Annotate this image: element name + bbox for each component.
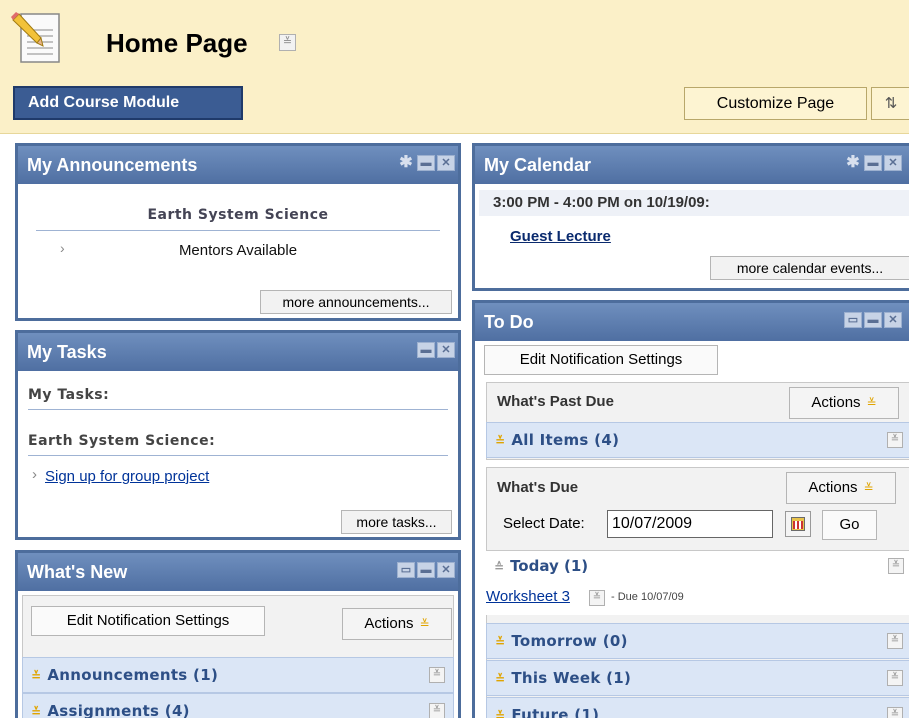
all-items-row[interactable]: ≚ All Items (4) ≚ <box>486 422 909 458</box>
chevron-down-icon: ≚ <box>31 705 42 718</box>
past-due-heading: What's Past Due <box>497 393 614 410</box>
close-icon[interactable]: ✕ <box>437 342 455 358</box>
select-date-label: Select Date: <box>503 515 585 532</box>
whats-new-module: What's New ▭ ▬ ✕ Edit Notification Setti… <box>15 550 461 718</box>
row-label: Tomorrow (0) <box>511 632 628 650</box>
whats-new-header[interactable]: What's New ▭ ▬ ✕ <box>18 553 458 591</box>
tomorrow-row[interactable]: ≚ Tomorrow (0) ≚ <box>486 623 909 659</box>
row-label: Today (1) <box>510 557 589 575</box>
edit-notification-settings-button[interactable]: Edit Notification Settings <box>31 606 265 636</box>
customize-page-button[interactable]: Customize Page <box>684 87 867 120</box>
assignments-row[interactable]: ≚ Assignments (4) ≚ <box>22 693 454 718</box>
announcements-module: My Announcements ✱ ▬ ✕ Earth System Scie… <box>15 143 461 321</box>
announcement-item[interactable]: Mentors Available <box>18 242 458 259</box>
minimize-icon[interactable]: ▬ <box>864 155 882 171</box>
actions-menu-button[interactable]: Actions ≚ <box>342 608 452 640</box>
announcements-course: Earth System Science <box>147 207 329 223</box>
announcements-header[interactable]: My Announcements ✱ ▬ ✕ <box>18 146 458 184</box>
reorder-icon[interactable]: ⇅ <box>871 87 909 120</box>
today-row[interactable]: ≙ Today (1) ≚ <box>486 550 909 582</box>
minimize-icon[interactable]: ▬ <box>417 155 435 171</box>
go-button[interactable]: Go <box>822 510 877 540</box>
todo-title: To Do <box>484 312 534 332</box>
calendar-picker-icon[interactable] <box>785 511 811 537</box>
chevron-down-icon: ≚ <box>495 434 506 448</box>
task-item-link[interactable]: Sign up for group project <box>45 468 209 485</box>
tasks-course-label: Earth System Science: <box>28 433 216 449</box>
popout-icon[interactable]: ▭ <box>844 312 862 328</box>
calendar-event-link[interactable]: Guest Lecture <box>510 228 611 245</box>
more-tasks-button[interactable]: more tasks... <box>341 510 452 534</box>
actions-label: Actions <box>811 394 861 411</box>
edit-page-icon <box>11 12 60 63</box>
page-header: Home Page ≚ Add Course Module Customize … <box>0 0 909 134</box>
future-row[interactable]: ≚ Future (1) ≚ <box>486 697 909 718</box>
divider <box>28 455 448 456</box>
announcements-row[interactable]: ≚ Announcements (1) ≚ <box>22 657 454 693</box>
chevron-right-icon: › <box>32 466 37 483</box>
item-menu-chevron-icon[interactable]: ≚ <box>589 590 605 606</box>
more-calendar-events-button[interactable]: more calendar events... <box>710 256 909 280</box>
todo-header[interactable]: To Do ▭ ▬ ✕ <box>475 303 909 341</box>
expand-icon[interactable]: ≚ <box>429 703 445 718</box>
popout-icon[interactable]: ▭ <box>397 562 415 578</box>
expand-icon[interactable]: ≚ <box>887 633 903 649</box>
close-icon[interactable]: ✕ <box>437 562 455 578</box>
add-course-module-button[interactable]: Add Course Module <box>13 86 243 120</box>
expand-icon[interactable]: ≚ <box>887 707 903 718</box>
close-icon[interactable]: ✕ <box>437 155 455 171</box>
minimize-icon[interactable]: ▬ <box>417 342 435 358</box>
todo-module: To Do ▭ ▬ ✕ Edit Notification Settings W… <box>472 300 909 718</box>
calendar-module: My Calendar ✱ ▬ ✕ 3:00 PM - 4:00 PM on 1… <box>472 143 909 291</box>
expand-icon[interactable]: ≚ <box>429 667 445 683</box>
more-announcements-button[interactable]: more announcements... <box>260 290 452 314</box>
chevron-down-icon: ≚ <box>31 669 42 683</box>
row-label: This Week (1) <box>511 669 632 687</box>
calendar-event-time: 3:00 PM - 4:00 PM on 10/19/09: <box>493 194 710 211</box>
this-week-row[interactable]: ≚ This Week (1) ≚ <box>486 660 909 696</box>
gear-icon[interactable]: ✱ <box>397 155 415 171</box>
close-icon[interactable]: ✕ <box>884 312 902 328</box>
gear-icon[interactable]: ✱ <box>844 155 862 171</box>
calendar-header[interactable]: My Calendar ✱ ▬ ✕ <box>475 146 909 184</box>
today-item-row: Worksheet 3 ≚ - Due 10/07/09 <box>486 582 909 615</box>
divider <box>28 409 448 410</box>
my-tasks-label: My Tasks: <box>28 387 110 403</box>
actions-label: Actions <box>808 479 858 496</box>
expand-icon[interactable]: ≚ <box>887 670 903 686</box>
tasks-title: My Tasks <box>27 342 107 362</box>
whats-due-actions-button[interactable]: Actions ≚ <box>786 472 896 504</box>
edit-notification-settings-button[interactable]: Edit Notification Settings <box>484 345 718 375</box>
chevron-down-icon: ≚ <box>866 396 877 410</box>
past-due-actions-button[interactable]: Actions ≚ <box>789 387 899 419</box>
chevron-down-icon: ≚ <box>495 709 506 718</box>
chevron-down-icon: ≚ <box>495 672 506 686</box>
row-label: Assignments (4) <box>47 702 190 718</box>
calendar-title: My Calendar <box>484 155 592 175</box>
due-date-text: - Due 10/07/09 <box>611 591 684 603</box>
date-input[interactable] <box>607 510 773 538</box>
tasks-header[interactable]: My Tasks ▬ ✕ <box>18 333 458 371</box>
chevron-down-icon: ≚ <box>419 617 430 631</box>
whats-due-heading: What's Due <box>497 479 579 496</box>
chevron-down-icon: ≚ <box>863 481 874 495</box>
title-menu-chevron-icon[interactable]: ≚ <box>279 34 296 51</box>
announcements-title: My Announcements <box>27 155 198 175</box>
tasks-module: My Tasks ▬ ✕ My Tasks: Earth System Scie… <box>15 330 461 540</box>
minimize-icon[interactable]: ▬ <box>864 312 882 328</box>
actions-label: Actions <box>364 615 414 632</box>
expand-icon[interactable]: ≚ <box>888 558 904 574</box>
chevron-down-icon: ≚ <box>495 635 506 649</box>
close-icon[interactable]: ✕ <box>884 155 902 171</box>
whats-new-title: What's New <box>27 562 128 582</box>
page-title: Home Page <box>106 28 248 58</box>
divider <box>36 230 440 231</box>
row-label: Future (1) <box>511 706 600 718</box>
row-label: All Items (4) <box>511 431 620 449</box>
chevron-up-icon: ≙ <box>494 560 505 574</box>
worksheet-link[interactable]: Worksheet 3 <box>486 588 570 605</box>
row-label: Announcements (1) <box>47 666 219 684</box>
minimize-icon[interactable]: ▬ <box>417 562 435 578</box>
expand-icon[interactable]: ≚ <box>887 432 903 448</box>
